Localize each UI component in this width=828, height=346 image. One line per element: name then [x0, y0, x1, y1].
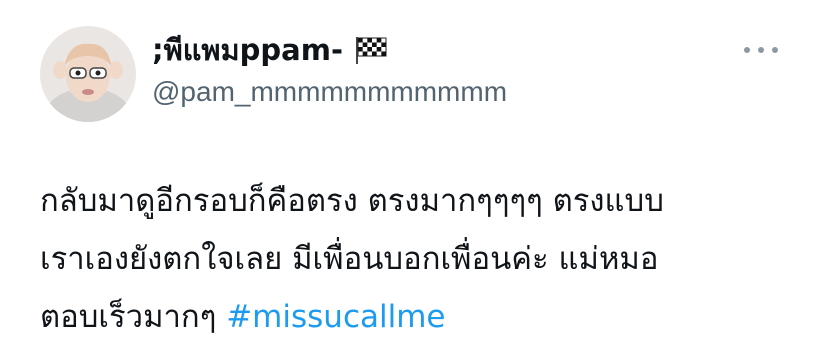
tweet-text-line-2: เราเองยังตกใจเลย มีเพื่อนบอกเพื่อนค่ะ แม… — [40, 241, 659, 277]
tweet-text-line-3-content: ตอบเร็วมากๆ — [40, 299, 227, 335]
avatar[interactable] — [40, 26, 136, 122]
more-options-icon[interactable] — [744, 40, 778, 60]
tweet-card: ;พีแพมppam- @pam_mmmmmmmmmmm กลับมาดูอีก… — [0, 0, 828, 343]
more-dot — [758, 47, 764, 53]
display-name[interactable]: ;พีแพมppam- — [152, 27, 343, 73]
more-dot — [772, 47, 778, 53]
checkered-flag-icon — [353, 35, 389, 65]
tweet-text-line-1: กลับมาดูอีกรอบก็คือตรง ตรงมากๆๆๆๆ ตรงแบบ — [40, 183, 664, 219]
name-row: ;พีแพมppam- — [152, 30, 768, 70]
tweet-text-line-3: ตอบเร็วมากๆ #missucallme — [40, 288, 800, 346]
hashtag-link[interactable]: #missucallme — [226, 299, 445, 335]
more-dot — [744, 47, 750, 53]
user-handle[interactable]: @pam_mmmmmmmmmmm — [152, 76, 768, 108]
tweet-text: กลับมาดูอีกรอบก็คือตรง ตรงมากๆๆๆๆ ตรงแบบ… — [40, 172, 800, 346]
tweet-header: ;พีแพมppam- @pam_mmmmmmmmmmm — [152, 30, 768, 108]
